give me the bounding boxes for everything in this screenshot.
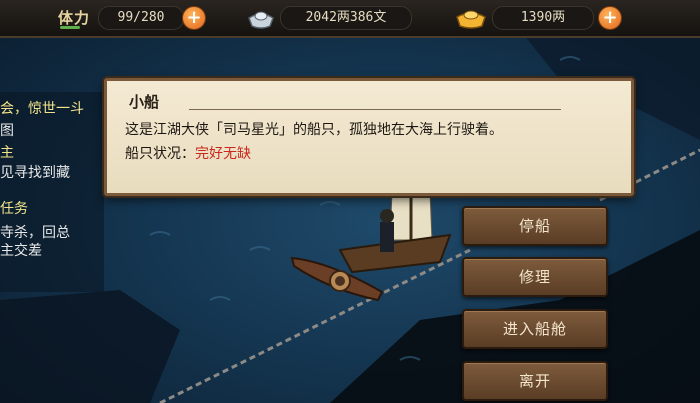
title-divider [189,109,561,110]
silver-value: 2042两386文 [280,6,412,30]
resource-bar: 体力 99/280 + 2042两386文 1390两 + [0,0,700,38]
quest-line: 主 [0,145,14,161]
boat-description: 这是江湖大侠「司马星光」的船只，孤独地在大海上行驶着。 [125,122,503,138]
leave-button[interactable]: 离开 [462,361,608,401]
quest-line: 寺杀，回总 [0,225,70,241]
repair-button[interactable]: 修理 [462,257,608,297]
stamina-label: 体力 [58,9,91,27]
gold-value: 1390两 [492,6,594,30]
junk-ship [338,190,452,274]
enter-cabin-button[interactable]: 进入船舱 [462,309,608,349]
gold-ingot-icon [456,10,486,29]
quest-line: 图 [0,123,14,139]
quest-line: 会，惊世一斗 [0,101,84,117]
status-value: 完好无缺 [195,146,251,162]
quest-tracker[interactable]: 会，惊世一斗 图 主 见寻找到藏 任务 寺杀，回总 主交差 [0,92,104,292]
add-gold-button[interactable]: + [598,6,622,30]
dialog-title: 小船 [129,93,160,111]
boat-status-line: 船只状况：完好无缺 [125,143,251,163]
stop-boat-button[interactable]: 停船 [462,206,608,246]
boat-info-dialog: 小船 这是江湖大侠「司马星光」的船只，孤独地在大海上行驶着。 船只状况：完好无缺 [104,78,634,196]
silver-ingot-icon [248,11,274,29]
quest-line: 主交差 [0,243,42,259]
quest-line: 见寻找到藏 [0,165,70,181]
stamina-indicator [60,26,80,29]
quest-line: 任务 [0,201,28,217]
stamina-value: 99/280 [98,6,184,30]
status-label: 船只状况： [125,146,195,162]
add-stamina-button[interactable]: + [182,6,206,30]
